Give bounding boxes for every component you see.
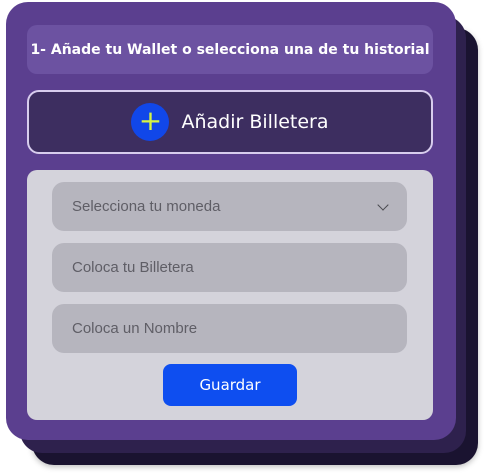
- wallet-address-placeholder: Coloca tu Billetera: [72, 259, 194, 276]
- plus-icon: +: [131, 103, 170, 141]
- wallet-form: Selecciona tu moneda Coloca tu Billetera…: [27, 170, 433, 420]
- step-title: 1- Añade tu Wallet o selecciona una de t…: [27, 25, 433, 74]
- currency-select[interactable]: Selecciona tu moneda: [52, 182, 407, 231]
- add-wallet-button[interactable]: + Añadir Billetera: [27, 90, 433, 154]
- currency-select-placeholder: Selecciona tu moneda: [72, 198, 221, 215]
- wallet-name-input[interactable]: Coloca un Nombre: [52, 304, 407, 353]
- wallet-name-placeholder: Coloca un Nombre: [72, 320, 198, 337]
- chevron-down-icon: [377, 198, 389, 211]
- add-wallet-label: Añadir Billetera: [181, 111, 329, 133]
- step-title-text: 1- Añade tu Wallet o selecciona una de t…: [30, 41, 430, 58]
- wallet-address-input[interactable]: Coloca tu Billetera: [52, 243, 407, 292]
- save-button-label: Guardar: [199, 376, 261, 394]
- wallet-card: 1- Añade tu Wallet o selecciona una de t…: [6, 2, 456, 440]
- save-button[interactable]: Guardar: [163, 364, 297, 406]
- wallet-widget: 1- Añade tu Wallet o selecciona una de t…: [0, 0, 489, 476]
